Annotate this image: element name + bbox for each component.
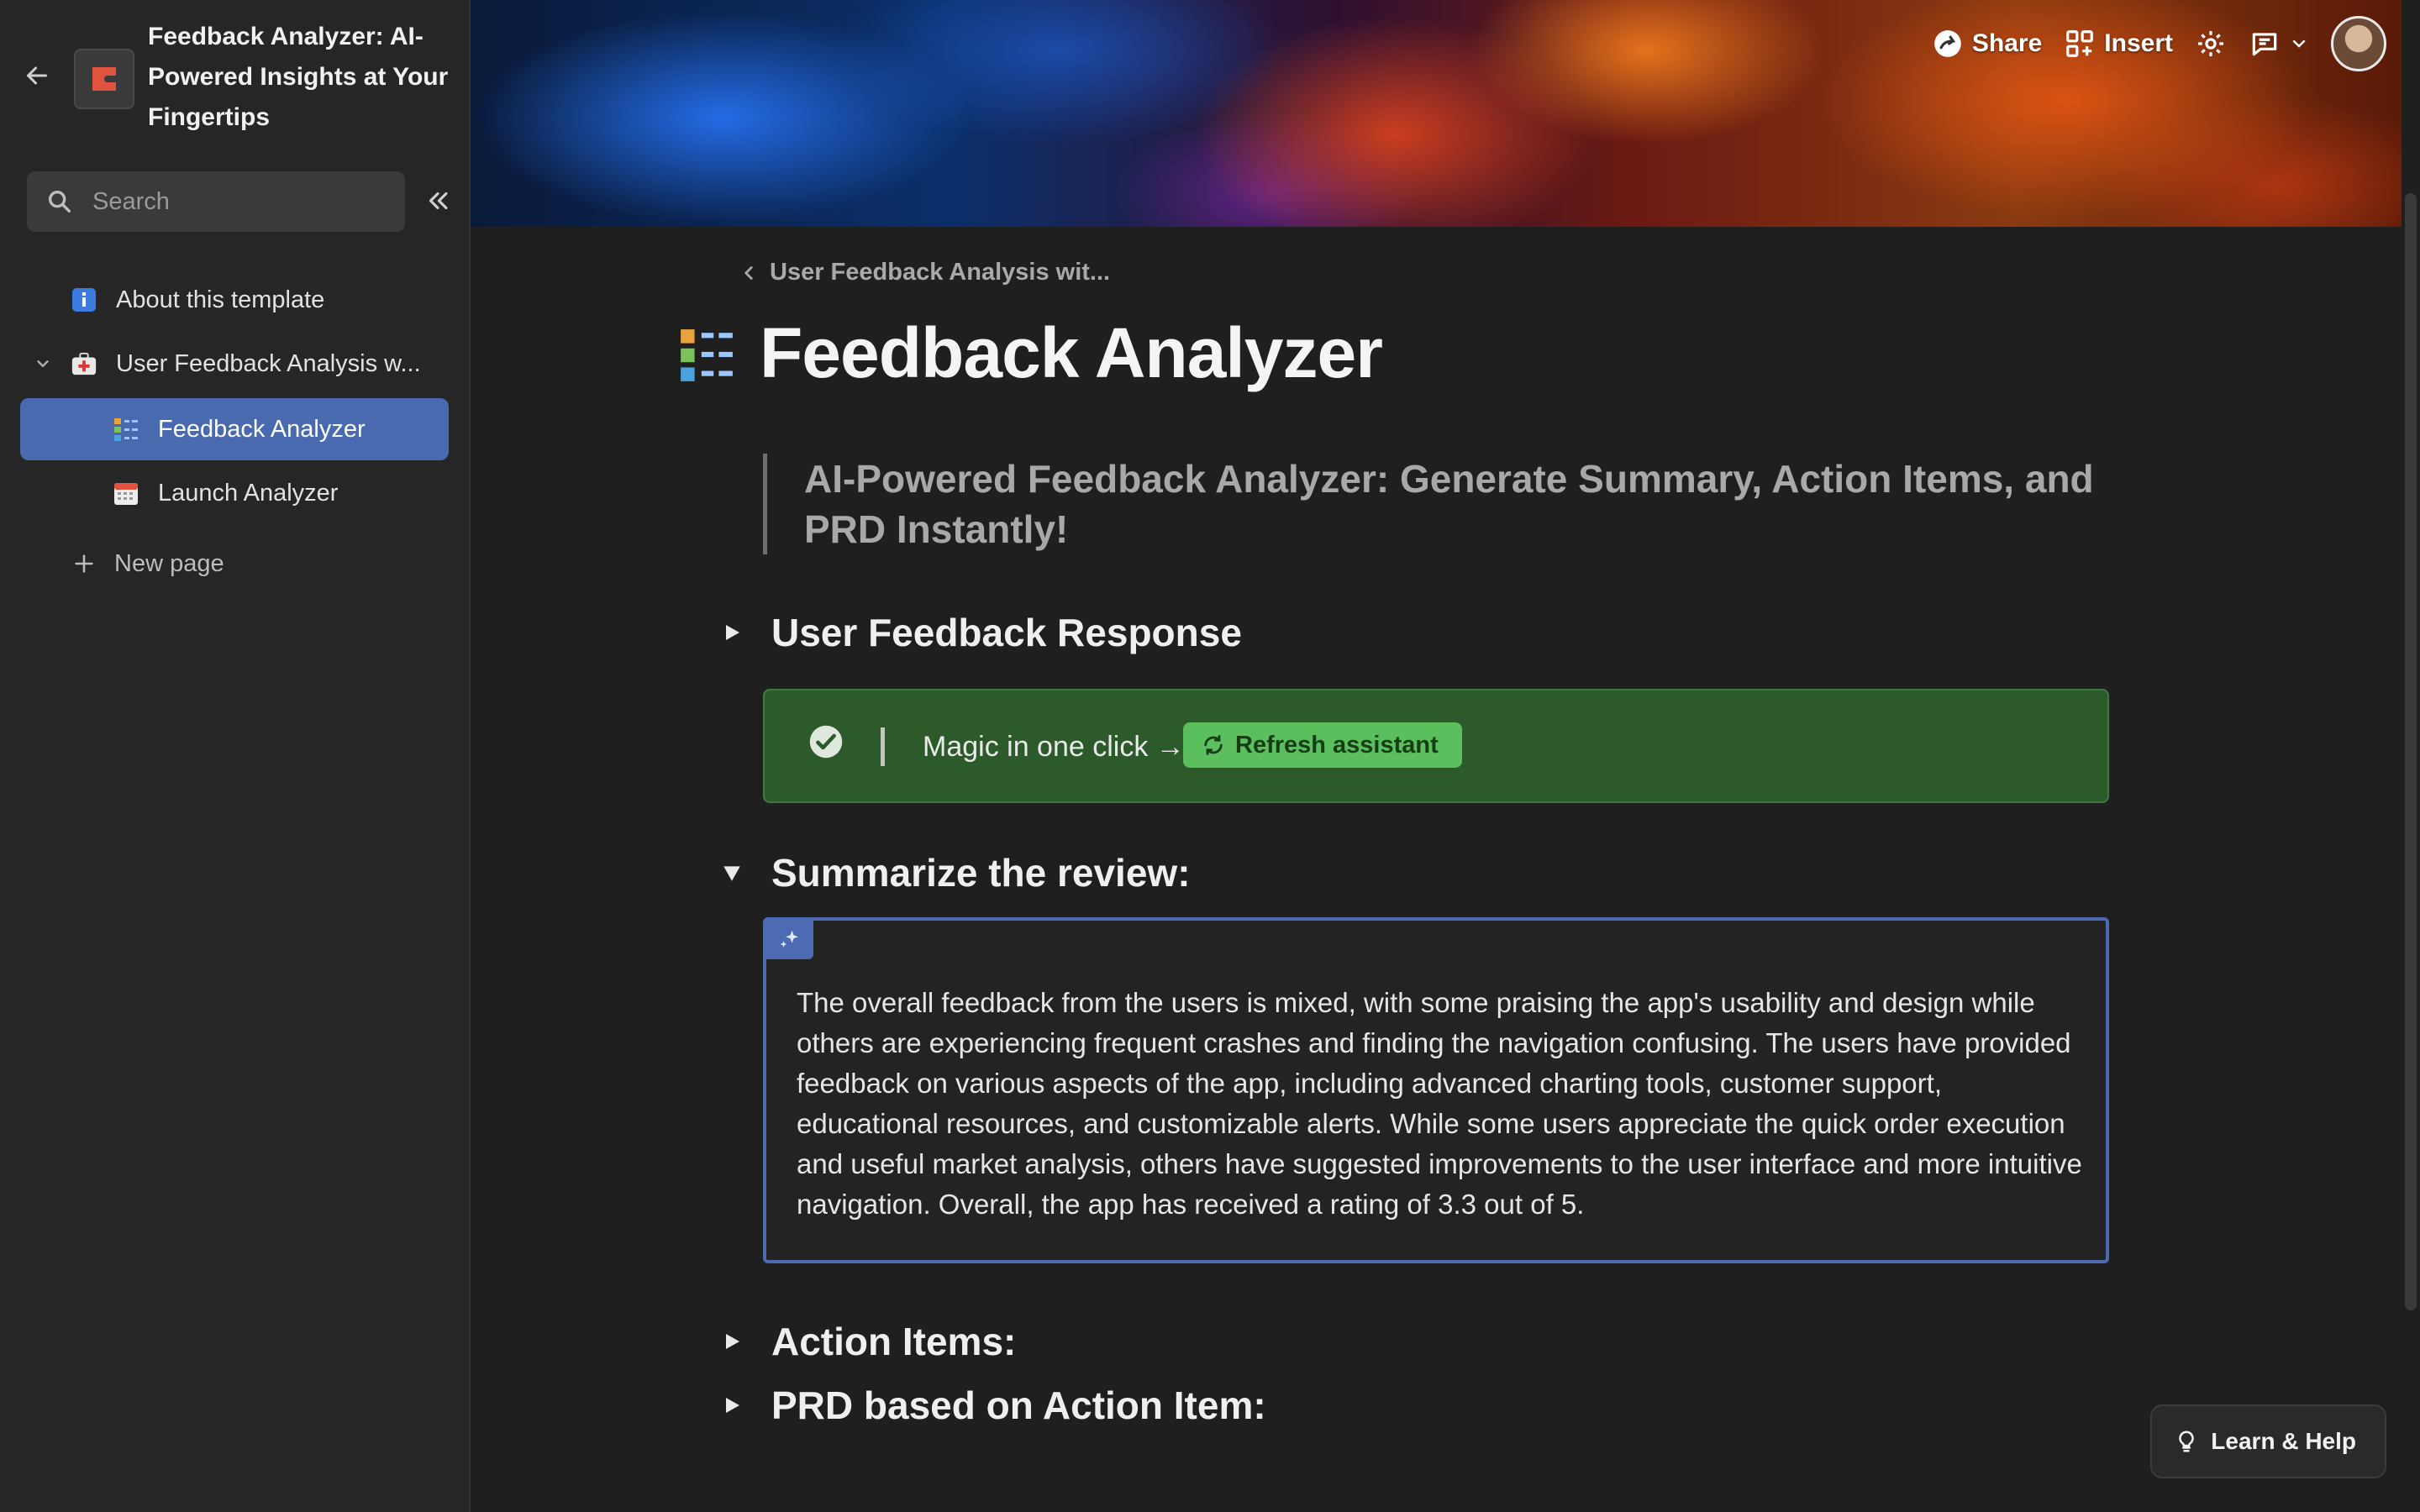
subtitle-quote: AI-Powered Feedback Analyzer: Generate S… [763, 454, 2107, 554]
collapse-sidebar-icon[interactable] [424, 186, 452, 215]
learn-help-label: Learn & Help [2211, 1428, 2356, 1454]
share-icon [1934, 30, 1961, 57]
share-label: Share [1971, 29, 2043, 57]
checklist-icon [681, 329, 733, 381]
comment-icon [2252, 33, 2277, 56]
divider [881, 727, 885, 766]
coda-logo-icon [92, 67, 116, 91]
chevron-down-icon[interactable] [2289, 34, 2309, 54]
medical-bag-icon [71, 350, 97, 377]
share-button[interactable]: Share [1932, 28, 2042, 60]
section-prd[interactable]: PRD based on Action Item: [719, 1383, 1266, 1428]
chevron-down-icon[interactable] [32, 353, 54, 375]
breadcrumb[interactable]: User Feedback Analysis wit... [738, 259, 1110, 286]
sidebar-item-about[interactable]: About this template [20, 269, 449, 331]
triangle-right-icon[interactable] [719, 620, 744, 645]
section-summarize[interactable]: Summarize the review: [719, 850, 1191, 895]
search-input[interactable] [91, 186, 397, 217]
sidebar-item-label: Launch Analyzer [158, 479, 339, 507]
ai-sparkle-badge[interactable] [766, 921, 813, 959]
sidebar-item-feedback-analyzer[interactable]: Feedback Analyzer [20, 398, 449, 460]
refresh-icon [1204, 735, 1223, 755]
search-box[interactable] [27, 171, 405, 232]
avatar[interactable] [2331, 16, 2386, 71]
triangle-right-icon[interactable] [719, 1329, 744, 1354]
doc-logo[interactable] [74, 49, 134, 109]
refresh-assistant-button[interactable]: Refresh assistant [1183, 722, 1462, 768]
calendar-icon [113, 480, 139, 507]
insert-button[interactable]: Insert [2064, 28, 2173, 60]
new-page-label: New page [114, 549, 224, 577]
sidebar-header: Feedback Analyzer: AI-Powered Insights a… [0, 0, 469, 160]
insert-label: Insert [2104, 29, 2173, 57]
back-arrow-icon[interactable] [22, 60, 52, 91]
info-icon [71, 286, 97, 313]
triangle-down-icon[interactable] [719, 860, 744, 885]
learn-help-button[interactable]: Learn & Help [2150, 1404, 2386, 1478]
sidebar: Feedback Analyzer: AI-Powered Insights a… [0, 0, 471, 1512]
top-toolbar: Share Insert [1932, 16, 2386, 71]
check-circle-icon [809, 725, 843, 759]
section-heading: PRD based on Action Item: [771, 1383, 1266, 1427]
settings-button[interactable] [2195, 28, 2227, 60]
gear-icon [2197, 30, 2224, 57]
page-title[interactable]: Feedback Analyzer [760, 312, 1383, 394]
checklist-icon [113, 416, 139, 443]
summary-text: The overall feedback from the users is m… [797, 987, 2082, 1220]
new-page-button[interactable]: New page [20, 533, 449, 595]
sidebar-item-label: User Feedback Analysis w... [116, 349, 421, 377]
sparkle-icon [780, 930, 798, 948]
main-content: Share Insert User Feedback Analysis wit.… [471, 0, 2420, 1512]
scrollbar[interactable] [2405, 193, 2417, 1310]
section-user-feedback-response[interactable]: User Feedback Response [719, 610, 1242, 655]
search-icon [48, 190, 71, 213]
callout: Magic in one click → Refresh assistant [763, 689, 2109, 803]
ai-summary-block[interactable]: The overall feedback from the users is m… [763, 917, 2109, 1263]
section-heading: User Feedback Response [771, 611, 1242, 654]
triangle-right-icon[interactable] [719, 1393, 744, 1418]
sidebar-item-user-feedback-analysis[interactable]: User Feedback Analysis w... [20, 333, 449, 395]
plus-icon [71, 550, 97, 577]
callout-text: Magic in one click → [923, 731, 1185, 763]
chevron-left-icon [744, 265, 753, 280]
sidebar-item-launch-analyzer[interactable]: Launch Analyzer [20, 462, 449, 524]
section-action-items[interactable]: Action Items: [719, 1319, 1016, 1364]
insert-grid-icon [2066, 30, 2094, 57]
sidebar-item-label: Feedback Analyzer [158, 415, 366, 443]
lightbulb-icon [2179, 1431, 2195, 1452]
section-heading: Summarize the review: [771, 851, 1191, 895]
breadcrumb-label: User Feedback Analysis wit... [770, 259, 1111, 286]
sidebar-item-label: About this template [116, 286, 325, 313]
comments-button[interactable] [2249, 28, 2309, 60]
refresh-label: Refresh assistant [1235, 731, 1439, 759]
section-heading: Action Items: [771, 1320, 1017, 1363]
doc-title[interactable]: Feedback Analyzer: AI-Powered Insights a… [148, 17, 459, 138]
